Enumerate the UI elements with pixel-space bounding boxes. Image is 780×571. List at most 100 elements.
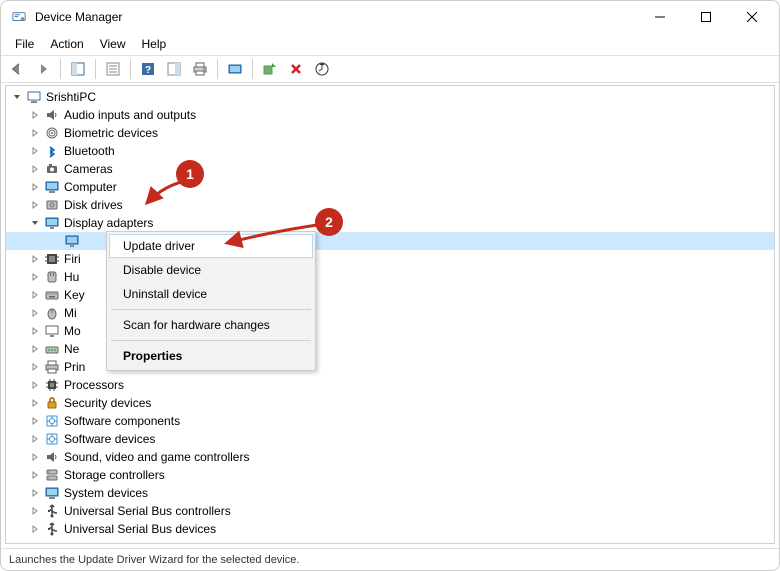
chevron-right-icon[interactable] bbox=[28, 180, 42, 194]
storage-icon bbox=[44, 467, 60, 483]
forward-button[interactable] bbox=[31, 57, 55, 81]
tree-item[interactable]: Security devices bbox=[6, 394, 774, 412]
chevron-right-icon[interactable] bbox=[28, 324, 42, 338]
chevron-down-icon[interactable] bbox=[10, 90, 24, 104]
tree-item[interactable]: Sound, video and game controllers bbox=[6, 448, 774, 466]
tree-item-label: Prin bbox=[64, 358, 85, 376]
chevron-right-icon[interactable] bbox=[28, 450, 42, 464]
tree-item-label: System devices bbox=[64, 484, 148, 502]
app-icon bbox=[11, 9, 27, 25]
tree-item-label: Security devices bbox=[64, 394, 151, 412]
title-bar: Device Manager bbox=[1, 1, 779, 33]
chevron-right-icon[interactable] bbox=[28, 414, 42, 428]
tree-item[interactable]: Processors bbox=[6, 376, 774, 394]
chevron-right-icon[interactable] bbox=[28, 306, 42, 320]
software-icon bbox=[44, 431, 60, 447]
help-button[interactable]: ? bbox=[136, 57, 160, 81]
tree-item[interactable]: Biometric devices bbox=[6, 124, 774, 142]
enable-button[interactable] bbox=[258, 57, 282, 81]
usb-icon bbox=[44, 521, 60, 537]
annotation-badge-1: 1 bbox=[176, 160, 204, 188]
chevron-right-icon[interactable] bbox=[28, 144, 42, 158]
chevron-right-icon[interactable] bbox=[28, 522, 42, 536]
chevron-right-icon[interactable] bbox=[28, 432, 42, 446]
chevron-right-icon[interactable] bbox=[28, 126, 42, 140]
tree-root[interactable]: SrishtiPC bbox=[6, 88, 774, 106]
toolbar-divider bbox=[130, 59, 131, 79]
tree-item-label: Software components bbox=[64, 412, 180, 430]
toolbar: ? bbox=[1, 55, 779, 83]
chevron-right-icon[interactable] bbox=[28, 252, 42, 266]
ctx-divider bbox=[111, 340, 311, 341]
close-button[interactable] bbox=[729, 1, 775, 33]
usb-icon bbox=[44, 503, 60, 519]
tree-item-label: Bluetooth bbox=[64, 142, 115, 160]
tree-item[interactable]: Disk drives bbox=[6, 196, 774, 214]
chevron-right-icon[interactable] bbox=[28, 270, 42, 284]
tree-item-label: Firi bbox=[64, 250, 81, 268]
chevron-right-icon[interactable] bbox=[28, 486, 42, 500]
display-adapter-icon bbox=[64, 233, 80, 249]
print-button[interactable] bbox=[188, 57, 212, 81]
tree-item-label: Processors bbox=[64, 376, 124, 394]
chevron-right-icon[interactable] bbox=[28, 288, 42, 302]
security-icon bbox=[44, 395, 60, 411]
chevron-right-icon[interactable] bbox=[28, 342, 42, 356]
display-icon bbox=[44, 215, 60, 231]
ctx-divider bbox=[111, 309, 311, 310]
action-pane-button[interactable] bbox=[162, 57, 186, 81]
tree-item[interactable]: Universal Serial Bus devices bbox=[6, 520, 774, 538]
chevron-right-icon[interactable] bbox=[28, 108, 42, 122]
update-driver-button[interactable] bbox=[310, 57, 334, 81]
tree-item-label: Universal Serial Bus controllers bbox=[64, 502, 231, 520]
tree-item[interactable]: Cameras bbox=[6, 160, 774, 178]
tree-item[interactable]: Bluetooth bbox=[6, 142, 774, 160]
tree-item[interactable]: Computer bbox=[6, 178, 774, 196]
tree-item[interactable]: Audio inputs and outputs bbox=[6, 106, 774, 124]
chevron-down-icon[interactable] bbox=[28, 216, 42, 230]
properties-button[interactable] bbox=[101, 57, 125, 81]
chevron-right-icon[interactable] bbox=[28, 378, 42, 392]
software-icon bbox=[44, 413, 60, 429]
camera-icon bbox=[44, 161, 60, 177]
minimize-button[interactable] bbox=[637, 1, 683, 33]
monitor-icon bbox=[44, 323, 60, 339]
tree-item[interactable]: System devices bbox=[6, 484, 774, 502]
show-hide-console-button[interactable] bbox=[66, 57, 90, 81]
chevron-right-icon[interactable] bbox=[28, 396, 42, 410]
firmware-icon bbox=[44, 251, 60, 267]
back-button[interactable] bbox=[5, 57, 29, 81]
chevron-right-icon[interactable] bbox=[28, 468, 42, 482]
ctx-scan-hardware[interactable]: Scan for hardware changes bbox=[109, 313, 313, 337]
bluetooth-icon bbox=[44, 143, 60, 159]
network-icon bbox=[44, 341, 60, 357]
tree-item-label: Disk drives bbox=[64, 196, 123, 214]
ctx-disable-device[interactable]: Disable device bbox=[109, 258, 313, 282]
status-bar: Launches the Update Driver Wizard for th… bbox=[1, 548, 779, 570]
menu-view[interactable]: View bbox=[92, 35, 134, 53]
printqueue-icon bbox=[44, 359, 60, 375]
chevron-right-icon[interactable] bbox=[28, 198, 42, 212]
menu-file[interactable]: File bbox=[7, 35, 42, 53]
scan-hardware-button[interactable] bbox=[223, 57, 247, 81]
uninstall-button[interactable] bbox=[284, 57, 308, 81]
tree-item[interactable]: Software devices bbox=[6, 430, 774, 448]
tree-item[interactable]: Display adapters bbox=[6, 214, 774, 232]
tree-item[interactable]: Software components bbox=[6, 412, 774, 430]
tree-item[interactable]: Universal Serial Bus controllers bbox=[6, 502, 774, 520]
ctx-properties[interactable]: Properties bbox=[109, 344, 313, 368]
status-text: Launches the Update Driver Wizard for th… bbox=[9, 554, 299, 566]
menu-action[interactable]: Action bbox=[42, 35, 91, 53]
tree-item-label: Sound, video and game controllers bbox=[64, 448, 249, 466]
ctx-uninstall-device[interactable]: Uninstall device bbox=[109, 282, 313, 306]
computer-icon bbox=[26, 89, 42, 105]
tree-item[interactable]: Storage controllers bbox=[6, 466, 774, 484]
maximize-button[interactable] bbox=[683, 1, 729, 33]
chevron-right-icon[interactable] bbox=[28, 360, 42, 374]
system-icon bbox=[44, 485, 60, 501]
menu-help[interactable]: Help bbox=[134, 35, 175, 53]
chevron-right-icon[interactable] bbox=[28, 504, 42, 518]
ctx-update-driver[interactable]: Update driver bbox=[109, 234, 313, 258]
svg-text:?: ? bbox=[145, 65, 151, 76]
chevron-right-icon[interactable] bbox=[28, 162, 42, 176]
